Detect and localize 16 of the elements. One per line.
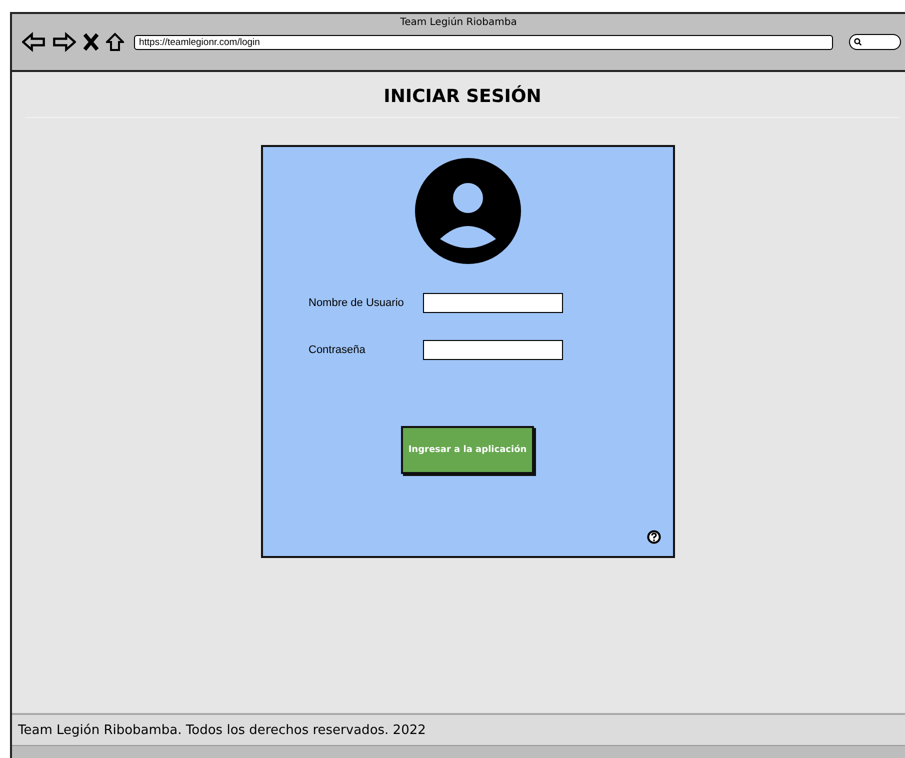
copyright-text: Team Legión Ribobamba. Todos los derechos reservados. 2022 <box>18 722 426 738</box>
forward-icon[interactable] <box>52 32 76 52</box>
input-field[interactable] <box>422 340 562 360</box>
home-icon[interactable] <box>106 32 124 52</box>
input-field[interactable] <box>422 293 562 313</box>
field-label: Contraseña <box>308 344 366 356</box>
close-icon[interactable] <box>82 32 100 52</box>
search-field[interactable] <box>849 34 901 50</box>
search-icon <box>854 38 862 46</box>
back-icon[interactable] <box>22 32 46 52</box>
help-icon[interactable] <box>646 530 660 544</box>
page-heading: INICIAR SESIÓN <box>25 72 900 118</box>
window-title: Team Legiún Riobamba <box>399 16 518 30</box>
field-label: Nombre de Usuario <box>308 297 405 309</box>
address-bar[interactable]: https://teamlegionr.com/login <box>134 34 833 50</box>
user-avatar-icon <box>414 157 522 265</box>
